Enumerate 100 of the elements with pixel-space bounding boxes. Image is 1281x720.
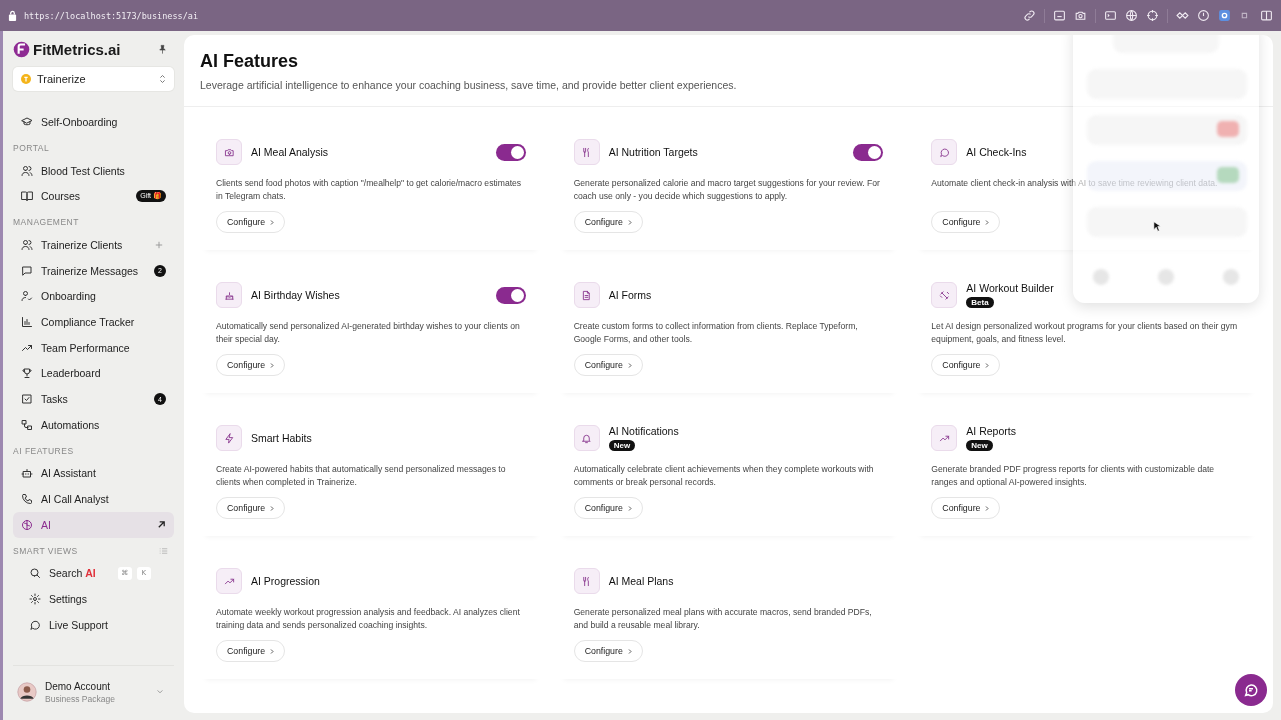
sidebar-item[interactable]: Self-Onboarding [13, 109, 174, 135]
card-description: Generate personalized calorie and macro target suggestions for your review. For coach use only - you decide which suggestions to apply. [573, 177, 881, 203]
link-icon[interactable] [1023, 9, 1036, 22]
card-description: Automatically send personalized AI-generated birthday wishes to your clients on their special day. [216, 320, 521, 346]
avatar [17, 682, 37, 702]
card-title: AI Birthday Wishes [251, 289, 340, 301]
configure-button[interactable]: Configure [931, 211, 1001, 233]
chevron-right-icon [270, 218, 275, 226]
lock-icon [8, 10, 17, 21]
chevron-right-icon [627, 361, 632, 369]
chat-icon [1243, 682, 1259, 698]
cake-icon [223, 289, 235, 301]
sidebar-item[interactable]: Trainerize Clients [13, 232, 174, 258]
screenshot-icon[interactable] [1053, 9, 1066, 22]
url-text[interactable]: https://localhost:5173/business/ai [24, 10, 198, 21]
crosshair-icon[interactable] [1146, 9, 1159, 22]
account-name: Demo Account [45, 680, 112, 692]
workflow-icon [21, 418, 33, 431]
extension-icon[interactable] [1176, 9, 1189, 22]
toggle-switch[interactable] [853, 143, 884, 161]
book-icon [21, 190, 33, 203]
chevron-right-icon [985, 504, 990, 512]
card-title: Smart Habits [251, 432, 312, 444]
card-description: Generate personalized meal plans with accurate macros, send branded PDFs, and build a reusable meal library. [573, 606, 873, 632]
user-check-icon [21, 290, 33, 303]
trophy-icon [21, 367, 33, 380]
sidebar-item[interactable]: Onboarding [13, 283, 174, 310]
sidebar-item[interactable]: AI [13, 511, 174, 538]
toggle-switch[interactable] [495, 286, 526, 304]
terminal-icon[interactable] [1104, 9, 1117, 22]
card-title: AI Check-Ins [966, 146, 1027, 158]
sidebar-item[interactable]: Settings [13, 586, 174, 612]
sidebar-item[interactable]: Compliance Tracker [13, 309, 174, 335]
account-plan: Business Package [45, 693, 115, 704]
card-title: AI Workout Builder [966, 282, 1054, 294]
configure-button[interactable]: Configure [573, 497, 643, 519]
bell-icon [581, 432, 593, 444]
section-heading: PORTAL [13, 141, 51, 155]
pin-icon[interactable] [157, 43, 168, 55]
sidebar-item[interactable]: AI Call Analyst [13, 486, 174, 512]
card-title: AI Forms [608, 289, 652, 301]
brain-icon [21, 518, 33, 531]
account-menu[interactable]: Demo Account Business Package [13, 665, 174, 718]
page-title: AI Features [200, 51, 300, 72]
globe-icon[interactable] [1125, 9, 1138, 22]
card-description: Automatically celebrate client achievements when they complete workouts with comments or break personal records. [573, 463, 875, 489]
chevron-right-icon [985, 218, 990, 226]
sidebar-item[interactable]: Live Support [13, 612, 174, 638]
configure-button[interactable]: Configure [216, 497, 286, 519]
configure-button[interactable]: Configure [216, 211, 286, 233]
toggle-switch[interactable] [495, 143, 526, 161]
sidebar-toggle-icon[interactable] [1260, 9, 1273, 22]
phone-icon [21, 493, 33, 506]
camera-icon [223, 146, 235, 158]
logo-icon [13, 40, 30, 58]
configure-button[interactable]: Configure [573, 211, 643, 233]
chat-icon [938, 146, 950, 158]
section-heading: MANAGEMENT [13, 216, 80, 230]
chevron-right-icon [627, 504, 632, 512]
chat-icon [29, 618, 41, 631]
configure-button[interactable]: Configure [931, 354, 1001, 376]
card-title: AI Nutrition Targets [608, 146, 698, 158]
power-icon[interactable] [1197, 9, 1210, 22]
chevron-right-icon [627, 647, 632, 655]
chevron-right-icon [270, 504, 275, 512]
configure-button[interactable]: Configure [931, 497, 1001, 519]
configure-button[interactable]: Configure [573, 640, 643, 662]
sidebar-item[interactable]: Blood Test Clients [13, 157, 174, 184]
card-description: Let AI design personalized workout programs for your clients based on their gym equipment, goals, and fitness level. [931, 320, 1239, 346]
chevron-right-icon [270, 361, 275, 369]
camera-icon[interactable] [1074, 9, 1087, 22]
configure-button[interactable]: Configure [216, 640, 286, 662]
chevron-updown-icon [159, 74, 166, 84]
card-title: AI Meal Analysis [251, 146, 329, 158]
chevron-down-icon [156, 689, 164, 695]
chevron-right-icon [270, 647, 275, 655]
sidebar-item[interactable]: Team Performance [13, 334, 174, 361]
message-icon [21, 264, 33, 277]
configure-button[interactable]: Configure [573, 354, 643, 376]
card-description: Generate branded PDF progress reports for clients with customizable date ranges and optional AI-powered insights. [931, 463, 1216, 489]
users-icon [21, 238, 33, 251]
cursor-icon [1153, 221, 1161, 232]
configure-button[interactable]: Configure [216, 354, 286, 376]
card-description: Automate weekly workout progression analysis and feedback. AI analyzes client training data and sends personalized coaching insights. [216, 606, 521, 632]
section-heading: AI FEATURES [13, 444, 75, 458]
checkbox-icon [21, 393, 33, 406]
sidebar-item[interactable]: Automations [13, 411, 174, 438]
workspace-selector[interactable]: Trainerize [13, 67, 174, 91]
bar-chart-icon [21, 315, 33, 328]
chevron-right-icon [985, 361, 990, 369]
section-heading: SMART VIEWS [13, 545, 78, 556]
robot-icon [21, 467, 33, 480]
card-title: AI Progression [251, 575, 320, 587]
trainerize-logo-icon [21, 74, 31, 84]
sidebar-item[interactable]: Leaderboard [13, 360, 174, 387]
chevron-right-icon [627, 218, 632, 226]
sidebar-item[interactable]: AI Assistant [13, 460, 174, 487]
card-title: AI Meal Plans [608, 575, 674, 587]
search-icon [29, 567, 41, 580]
graduation-cap-icon [21, 115, 33, 128]
